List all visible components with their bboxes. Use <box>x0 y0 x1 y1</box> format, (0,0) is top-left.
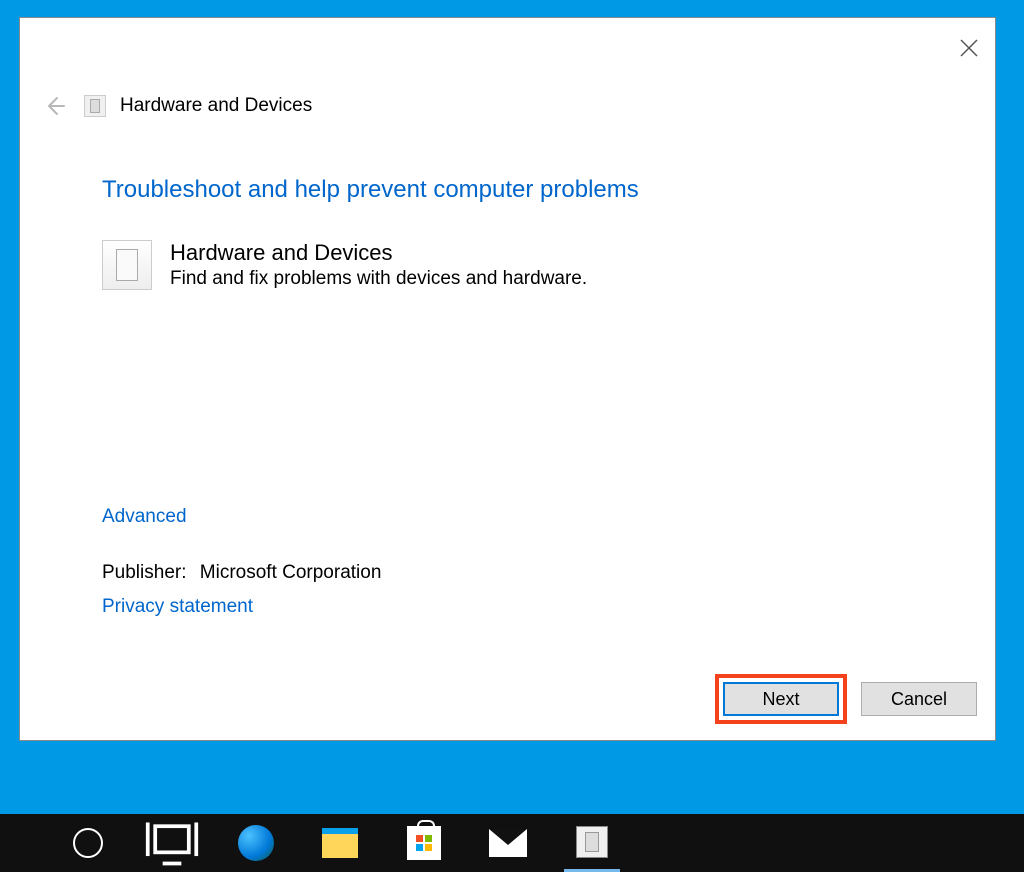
troubleshooter-item: Hardware and Devices Find and fix proble… <box>102 240 955 290</box>
cancel-button[interactable]: Cancel <box>861 682 977 716</box>
button-bar: Next Cancel <box>715 674 977 724</box>
back-button[interactable] <box>38 90 70 122</box>
cortana-button[interactable] <box>60 814 116 872</box>
close-button[interactable] <box>955 34 983 62</box>
file-explorer-button[interactable] <box>312 814 368 872</box>
publisher-label: Publisher: <box>102 562 187 583</box>
dialog-header <box>20 18 995 78</box>
close-icon <box>960 39 978 57</box>
troubleshooter-dialog: Hardware and Devices Troubleshoot and he… <box>19 17 996 741</box>
item-title: Hardware and Devices <box>170 240 587 266</box>
hardware-devices-icon <box>84 95 106 117</box>
advanced-link[interactable]: Advanced <box>102 506 187 528</box>
page-heading: Troubleshoot and help prevent computer p… <box>102 176 955 204</box>
back-arrow-icon <box>42 94 66 118</box>
taskbar <box>0 814 1024 872</box>
dialog-title: Hardware and Devices <box>120 95 312 117</box>
title-row: Hardware and Devices <box>38 90 312 122</box>
edge-button[interactable] <box>228 814 284 872</box>
cortana-icon <box>73 828 103 858</box>
mail-button[interactable] <box>480 814 536 872</box>
next-button[interactable]: Next <box>723 682 839 716</box>
highlight-annotation: Next <box>715 674 847 724</box>
item-description: Find and fix problems with devices and h… <box>170 268 587 290</box>
dialog-content: Troubleshoot and help prevent computer p… <box>102 176 955 290</box>
mail-icon <box>489 829 527 857</box>
store-icon <box>407 826 441 860</box>
task-view-button[interactable] <box>144 814 200 872</box>
hardware-devices-large-icon <box>102 240 152 290</box>
edge-icon <box>238 825 274 861</box>
microsoft-store-button[interactable] <box>396 814 452 872</box>
file-explorer-icon <box>322 828 358 858</box>
task-view-icon <box>144 815 200 871</box>
publisher-value: Microsoft Corporation <box>200 562 382 583</box>
privacy-statement-link[interactable]: Privacy statement <box>102 596 253 618</box>
publisher-row: Publisher: Microsoft Corporation <box>102 562 381 584</box>
hardware-devices-taskbar-icon <box>576 826 608 858</box>
troubleshooter-taskbar-button[interactable] <box>564 814 620 872</box>
